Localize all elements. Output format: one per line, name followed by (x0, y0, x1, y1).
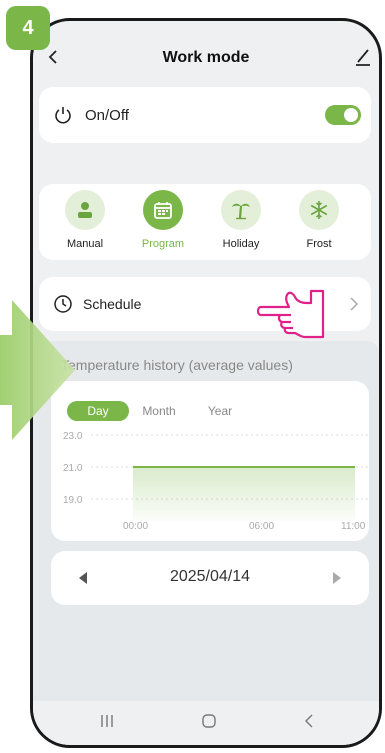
mode-frost-label: Frost (306, 238, 332, 250)
calendar-icon (154, 202, 172, 219)
mode-frost[interactable]: Frost (287, 190, 351, 260)
mode-program[interactable]: Program (131, 190, 195, 260)
mode-manual-label: Manual (66, 238, 104, 250)
step-badge: 4 (6, 6, 50, 50)
onoff-label: On/Off (85, 107, 129, 124)
mode-holiday-circle (221, 190, 261, 230)
mode-holiday-label: Holiday (222, 238, 260, 250)
date-selector: 2025/04/14 (51, 551, 369, 605)
pointing-hand-icon (256, 289, 325, 339)
x-tick-label: 06:00 (249, 521, 274, 532)
power-icon (55, 107, 71, 124)
page-title: Work mode (162, 49, 250, 66)
temperature-chart: 23.021.019.000:00 06:00 11:00 (63, 431, 369, 532)
recent-apps-icon[interactable] (99, 713, 115, 729)
date-label: 2025/04/14 (169, 568, 251, 585)
x-tick-label: 11:00 (341, 521, 366, 532)
mode-program-circle (143, 190, 183, 230)
x-tick-label: 00:00 (123, 521, 148, 532)
series-area (133, 467, 355, 521)
nav-back-icon[interactable] (303, 713, 315, 729)
history-title: Temperature history (average values) (61, 357, 293, 373)
phone-frame: Work mode On/Off Manual Program Holiday … (30, 18, 382, 748)
system-navbar (33, 701, 379, 745)
next-date-icon[interactable] (333, 572, 341, 584)
mode-program-label: Program (141, 238, 185, 250)
header: Work mode (33, 21, 379, 85)
palm-tree-icon (232, 203, 250, 220)
pointer-arrow (0, 300, 75, 440)
chevron-right-icon (350, 297, 359, 311)
edit-icon[interactable] (355, 47, 371, 67)
mode-selector: Manual Program Holiday Frost (39, 184, 371, 260)
mode-frost-circle (299, 190, 339, 230)
mode-manual[interactable]: Manual (53, 190, 117, 260)
temperature-chart-card: Day Month Year 23.0 21.0 19.0 00:00 06:00 11:… (51, 381, 369, 541)
person-icon (78, 202, 92, 218)
onoff-toggle[interactable] (325, 105, 361, 125)
schedule-label: Schedule (83, 296, 142, 312)
home-icon[interactable] (201, 713, 217, 729)
y-tick-label: 21.0 (63, 463, 83, 474)
mode-holiday[interactable]: Holiday (209, 190, 273, 260)
y-tick-label: 19.0 (63, 495, 83, 506)
onoff-card: On/Off (39, 87, 371, 143)
snowflake-icon (310, 201, 328, 219)
mode-manual-circle (65, 190, 105, 230)
app-screen: Work mode On/Off Manual Program Holiday … (33, 21, 379, 745)
toggle-knob (344, 108, 358, 122)
